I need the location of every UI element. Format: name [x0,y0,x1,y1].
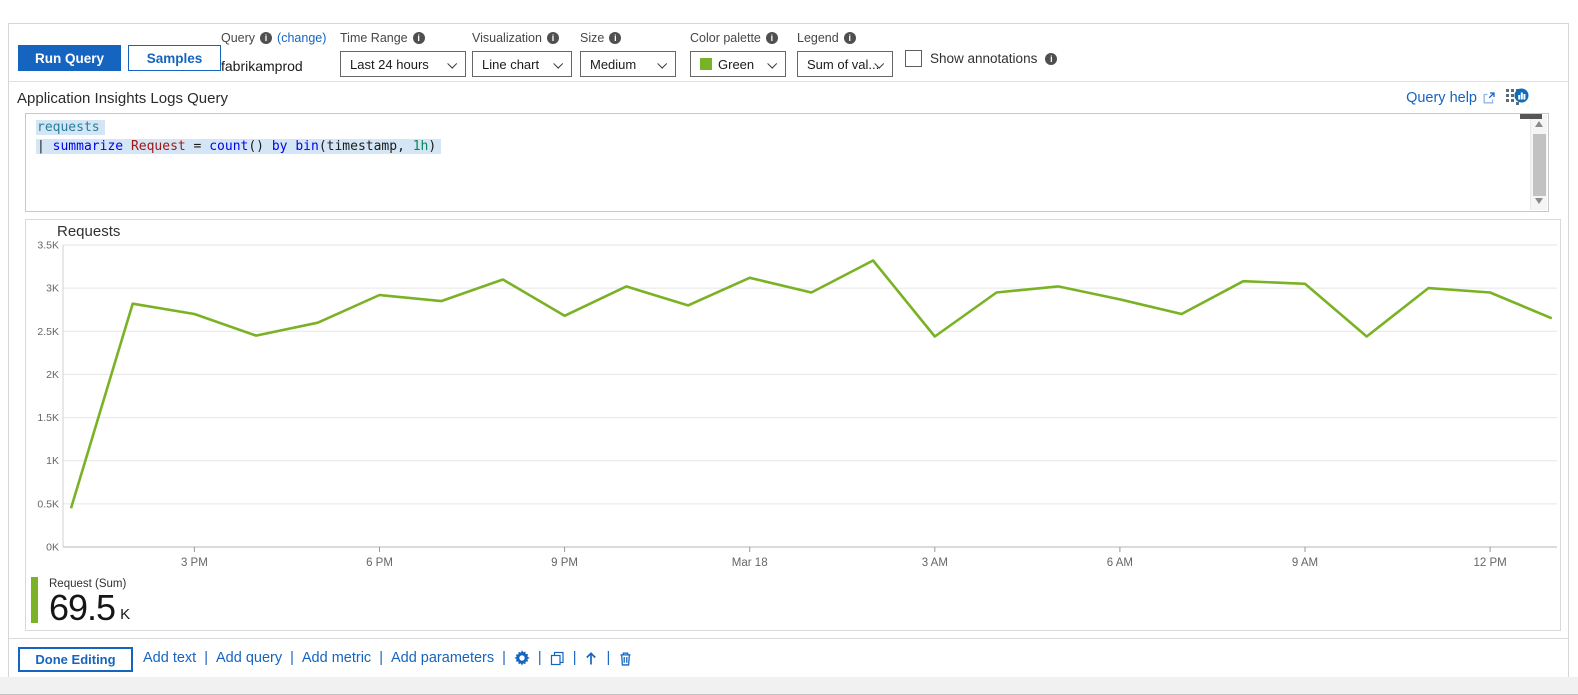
chevron-down-icon [447,58,458,69]
done-editing-button[interactable]: Done Editing [18,647,133,672]
page-title: Application Insights Logs Query [17,90,228,107]
svg-text:Mar 18: Mar 18 [732,557,768,569]
color-palette-select[interactable]: Green [690,51,786,77]
add-metric-link[interactable]: Add metric [302,650,371,666]
line-chart[interactable]: 0K 0.5K 1K 1.5K 2K 2.5K 3K 3.5K 3 PM 6 PM 9 PM Mar … [26,220,1560,630]
info-icon[interactable]: i [765,31,778,44]
separator: | [290,650,294,666]
svg-text:9 PM: 9 PM [551,557,578,569]
requests-chart-card: Requests 0K 0.5K 1K 1.5K 2K 2.5K 3K 3.5K 3 PM 6 P… [25,219,1561,631]
section-header: Application Insights Logs Query Query he… [9,81,1568,113]
separator: | [204,650,208,666]
query-help-link[interactable]: Query help [1406,90,1496,106]
show-annotations-label: Show annotations [930,51,1038,66]
settings-icon[interactable] [514,650,530,666]
time-range-select[interactable]: Last 24 hours [340,51,466,77]
info-icon[interactable]: i [843,31,856,44]
size-label: Size [580,30,605,45]
show-annotations-group: Show annotations i [905,50,1058,67]
svg-text:3.5K: 3.5K [37,240,59,252]
separator: | [502,650,506,666]
svg-text:2.5K: 2.5K [37,326,59,338]
svg-text:6 PM: 6 PM [366,557,393,569]
chevron-down-icon [767,58,778,69]
query-help-label: Query help [1406,89,1477,106]
size-field: Size i Medium [580,30,676,77]
query-label-row: Query i (change) [221,30,326,45]
green-swatch-icon [700,58,712,70]
info-icon[interactable]: i [260,31,273,44]
time-range-field: Time Range i Last 24 hours [340,30,466,77]
svg-text:12 PM: 12 PM [1473,557,1506,569]
chevron-down-icon [553,58,564,69]
svg-text:3 PM: 3 PM [181,557,208,569]
info-icon[interactable]: i [1045,52,1058,65]
workbook-card: Run Query Samples Query i (change) fabri… [8,23,1569,677]
visualization-label: Visualization [472,30,542,45]
svg-text:9 AM: 9 AM [1292,557,1318,569]
legend-field: Legend i Sum of val... [797,30,893,77]
edit-toolbar: Done Editing Add text | Add query | Add … [9,638,1568,677]
info-icon[interactable]: i [609,31,622,44]
time-range-label: Time Range [340,30,408,45]
svg-text:0K: 0K [46,542,59,554]
move-up-icon[interactable] [584,651,598,666]
color-palette-label: Color palette [690,30,761,45]
color-palette-field: Color palette i Green [690,30,786,77]
svg-text:2K: 2K [46,369,59,381]
show-annotations-checkbox[interactable] [905,50,922,67]
editor-scrollbar[interactable] [1530,115,1547,210]
separator: | [606,650,611,666]
info-icon[interactable]: i [546,31,559,44]
visualization-field: Visualization i Line chart [472,30,572,77]
legend-label: Legend [797,30,839,45]
svg-text:6 AM: 6 AM [1107,557,1133,569]
query-label: Query [221,30,256,45]
samples-button[interactable]: Samples [128,45,221,71]
copy-icon[interactable] [550,651,565,666]
add-text-link[interactable]: Add text [143,650,196,666]
scroll-down-icon[interactable] [1535,198,1543,204]
chevron-down-icon [657,58,668,69]
query-source-group: Query i (change) fabrikamprod [221,30,326,75]
add-query-link[interactable]: Add query [216,650,282,666]
visualization-value: Line chart [482,56,540,72]
legend-total-unit: K [120,606,131,623]
kql-query-editor[interactable]: requests | summarize Request = count() by… [25,113,1549,212]
change-query-link[interactable]: (change) [277,31,326,45]
query-source-value: fabrikamprod [221,58,303,74]
query-code[interactable]: requests | summarize Request = count() by… [36,118,1524,156]
window-bottom-strip [0,677,1578,695]
editor-overview-marker [1520,114,1542,119]
svg-text:1.5K: 1.5K [37,412,59,424]
size-value: Medium [590,56,637,72]
time-range-value: Last 24 hours [350,56,429,72]
color-palette-value: Green [718,56,755,72]
run-query-button[interactable]: Run Query [18,45,121,71]
application-insights-icon[interactable] [1505,88,1529,107]
svg-text:3 AM: 3 AM [922,557,948,569]
add-parameters-link[interactable]: Add parameters [391,650,494,666]
svg-text:0.5K: 0.5K [37,498,59,510]
legend-total-value: 69.5 [49,587,116,628]
legend-select[interactable]: Sum of val... [797,51,893,77]
info-icon[interactable]: i [412,31,425,44]
svg-text:1K: 1K [46,455,59,467]
separator: | [572,650,577,666]
legend-value: Sum of val... [807,56,880,72]
separator: | [379,650,383,666]
size-select[interactable]: Medium [580,51,676,77]
svg-text:3K: 3K [46,283,59,295]
delete-icon[interactable] [618,651,633,666]
separator: | [537,650,542,666]
scrollbar-thumb[interactable] [1533,134,1546,196]
visualization-select[interactable]: Line chart [472,51,572,77]
scroll-up-icon[interactable] [1535,121,1543,127]
external-link-icon [1483,91,1495,103]
chart-legend: Request (Sum) 69.5 K [31,577,131,628]
legend-color-bar [31,577,38,623]
